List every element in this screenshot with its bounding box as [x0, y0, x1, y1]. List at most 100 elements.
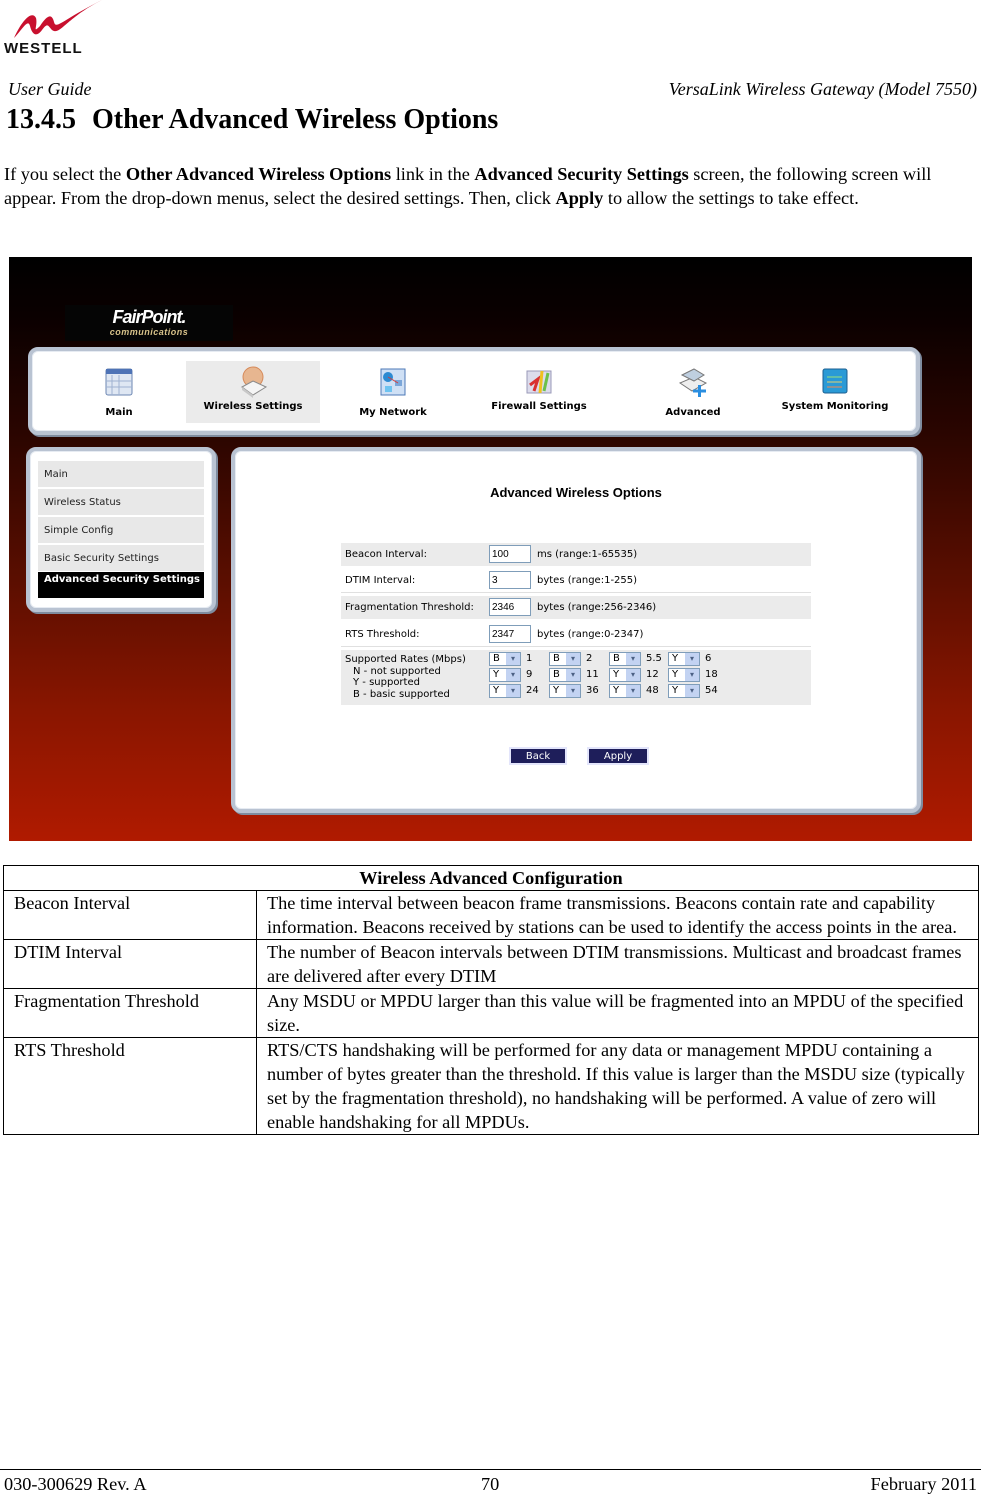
rate-select-value: B — [493, 653, 500, 664]
intro-bold-screen: Advanced Security Settings — [474, 164, 689, 184]
chevron-down-icon[interactable]: ▾ — [506, 669, 520, 681]
nav-main[interactable]: Main — [52, 361, 186, 423]
chevron-down-icon[interactable]: ▾ — [626, 669, 640, 681]
chevron-down-icon[interactable]: ▾ — [506, 685, 520, 697]
rate-select[interactable]: B ▾ — [549, 652, 581, 666]
intro-text: to allow the settings to take effect. — [603, 188, 859, 208]
rate-value: 5.5 — [646, 653, 662, 664]
table-desc: The time interval between beacon frame t… — [256, 890, 979, 940]
supported-rates-label: Supported Rates (Mbps) — [345, 654, 466, 665]
rate-value: 48 — [646, 685, 659, 696]
rate-value: 54 — [705, 685, 718, 696]
rate-option: Y ▾ 54 — [668, 684, 718, 699]
rate-select-value: B — [553, 653, 560, 664]
rate-select[interactable]: Y ▾ — [609, 684, 641, 698]
chevron-down-icon[interactable]: ▾ — [566, 685, 580, 697]
dtim-interval-range: bytes (range:1-255) — [537, 575, 638, 586]
dtim-interval-input[interactable] — [489, 571, 531, 589]
rate-value: 2 — [586, 653, 593, 664]
rts-threshold-label: RTS Threshold: — [345, 629, 420, 640]
nav-label: Wireless Settings — [203, 401, 303, 412]
rate-select[interactable]: B ▾ — [549, 668, 581, 682]
dtim-interval-label: DTIM Interval: — [345, 575, 416, 586]
rate-select[interactable]: Y ▾ — [489, 684, 521, 698]
intro-paragraph: If you select the Other Advanced Wireles… — [4, 162, 980, 210]
westell-brand: WESTELL — [4, 40, 83, 57]
rate-option: Y ▾ 36 — [549, 684, 599, 699]
nav-wireless-settings[interactable]: Wireless Settings — [186, 361, 320, 423]
sidebar-item-wireless-status[interactable]: Wireless Status — [38, 489, 204, 515]
back-button[interactable]: Back — [509, 747, 567, 765]
fragmentation-threshold-input[interactable] — [489, 598, 531, 616]
rate-value: 6 — [705, 653, 712, 664]
rts-threshold-range: bytes (range:0-2347) — [537, 629, 644, 640]
chevron-down-icon[interactable]: ▾ — [566, 669, 580, 681]
rate-select[interactable]: Y ▾ — [668, 684, 700, 698]
footer-doc-number: 030-300629 Rev. A — [4, 1474, 147, 1494]
dtim-interval-row: DTIM Interval: bytes (range:1-255) — [341, 569, 811, 593]
intro-text: If you select the — [4, 164, 126, 184]
chevron-down-icon[interactable]: ▾ — [685, 669, 699, 681]
rate-option: Y ▾ 9 — [489, 668, 532, 683]
system-monitoring-icon — [822, 368, 848, 394]
chevron-down-icon[interactable]: ▾ — [626, 653, 640, 665]
table-key: RTS Threshold — [3, 1037, 257, 1135]
table-key: Fragmentation Threshold — [3, 988, 257, 1038]
supported-rates-row: Supported Rates (Mbps) N - not supported… — [341, 650, 811, 706]
rate-select-value: Y — [493, 669, 500, 680]
legend-basic-supported: B - basic supported — [353, 688, 450, 700]
rate-option: B ▾ 5.5 — [609, 652, 662, 667]
beacon-interval-input[interactable] — [489, 545, 531, 563]
beacon-interval-row: Beacon Interval: ms (range:1-65535) — [341, 543, 811, 567]
rate-option: B ▾ 1 — [489, 652, 532, 667]
apply-button[interactable]: Apply — [587, 747, 649, 765]
intro-bold-apply: Apply — [555, 188, 604, 208]
rate-select-value: Y — [672, 685, 679, 696]
rate-select[interactable]: Y ▾ — [668, 668, 700, 682]
beacon-interval-range: ms (range:1-65535) — [537, 549, 638, 560]
rate-select[interactable]: B ▾ — [609, 652, 641, 666]
rate-select[interactable]: Y ▾ — [609, 668, 641, 682]
chevron-down-icon[interactable]: ▾ — [685, 653, 699, 665]
table-desc: RTS/CTS handshaking will be performed fo… — [256, 1037, 979, 1135]
rts-threshold-input[interactable] — [489, 625, 531, 643]
rate-option: Y ▾ 24 — [489, 684, 539, 699]
wireless-advanced-configuration-table: Wireless Advanced Configuration Beacon I… — [3, 865, 979, 1135]
table-title: Wireless Advanced Configuration — [3, 865, 979, 891]
chevron-down-icon[interactable]: ▾ — [506, 653, 520, 665]
rate-value: 36 — [586, 685, 599, 696]
rate-select[interactable]: Y ▾ — [668, 652, 700, 666]
chevron-down-icon[interactable]: ▾ — [685, 685, 699, 697]
chevron-down-icon[interactable]: ▾ — [626, 685, 640, 697]
nav-my-network[interactable]: My Network — [326, 361, 460, 423]
rate-select[interactable]: Y ▾ — [489, 668, 521, 682]
content-panel: Advanced Wireless Options Beacon Interva… — [231, 447, 921, 813]
sidebar-item-main[interactable]: Main — [38, 461, 204, 487]
my-network-icon — [380, 368, 406, 396]
table-row: Beacon Interval The time interval betwee… — [3, 890, 979, 940]
sidebar-item-simple-config[interactable]: Simple Config — [38, 517, 204, 543]
nav-label: Main — [105, 407, 133, 418]
fairpoint-logo-text: FairPoint. — [112, 307, 186, 327]
nav-firewall-settings[interactable]: Firewall Settings — [472, 361, 606, 423]
fairpoint-logo-subtext: communications — [109, 327, 189, 337]
table-key: Beacon Interval — [3, 890, 257, 940]
rate-option: Y ▾ 12 — [609, 668, 659, 683]
beacon-interval-label: Beacon Interval: — [345, 549, 427, 560]
rate-option: Y ▾ 48 — [609, 684, 659, 699]
table-row: RTS Threshold RTS/CTS handshaking will b… — [3, 1037, 979, 1135]
router-screenshot: FairPoint. communications Main Wireless … — [9, 257, 972, 841]
table-row: DTIM Interval The number of Beacon inter… — [3, 939, 979, 989]
nav-system-monitoring[interactable]: System Monitoring — [768, 361, 902, 423]
rate-select-value: B — [613, 653, 620, 664]
rate-select-value: B — [553, 669, 560, 680]
rate-select[interactable]: Y ▾ — [549, 684, 581, 698]
table-row: Fragmentation Threshold Any MSDU or MPDU… — [3, 988, 979, 1038]
nav-advanced[interactable]: Advanced — [626, 361, 760, 423]
rate-select[interactable]: B ▾ — [489, 652, 521, 666]
chevron-down-icon[interactable]: ▾ — [566, 653, 580, 665]
sidebar-item-basic-security-settings[interactable]: Basic Security Settings — [38, 545, 204, 571]
legend-not-supported: N - not supported — [353, 665, 441, 677]
sidebar-item-advanced-security-settings[interactable]: Advanced Security Settings — [38, 572, 204, 598]
rate-value: 24 — [526, 685, 539, 696]
